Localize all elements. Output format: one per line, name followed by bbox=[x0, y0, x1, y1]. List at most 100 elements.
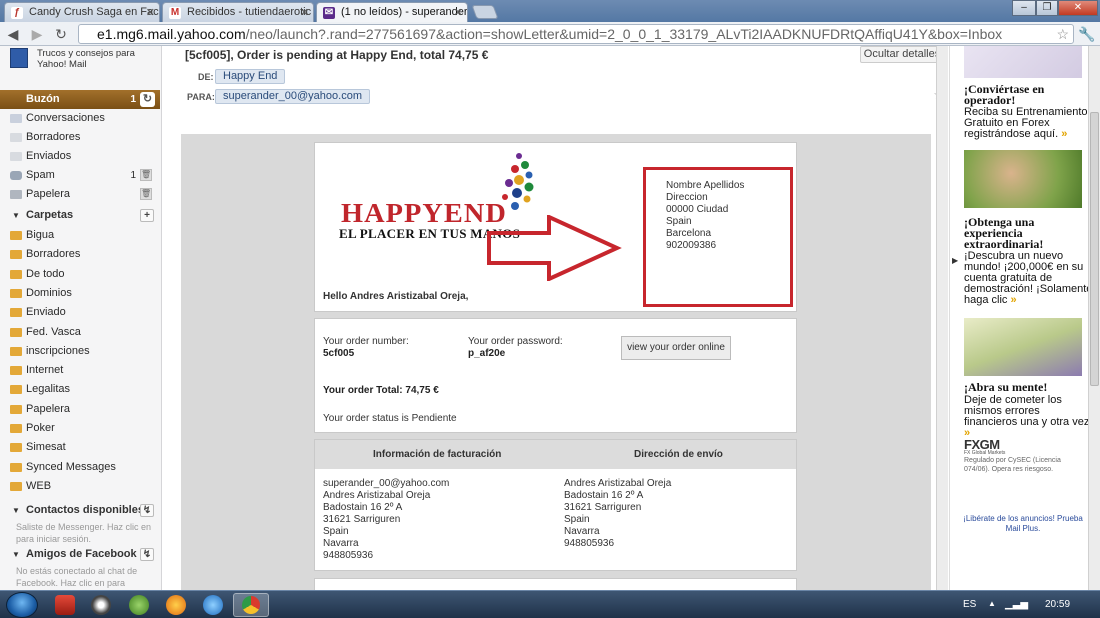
facebook-note: No estás conectado al chat de Facebook. … bbox=[16, 566, 138, 588]
folders-header[interactable]: ▼ Carpetas + bbox=[0, 206, 160, 225]
remove-ads-link[interactable]: ¡Libérate de los anuncios! Prueba Mail P… bbox=[956, 514, 1090, 534]
new-tab-button[interactable] bbox=[471, 5, 499, 19]
ad3-image[interactable] bbox=[964, 318, 1082, 376]
empty-trash-icon[interactable]: 🗑 bbox=[140, 188, 152, 200]
network-icon[interactable]: ▁▃▅ bbox=[1005, 599, 1028, 610]
app-icon-1[interactable] bbox=[55, 595, 75, 615]
ad1-title[interactable]: ¡Conviértase en operador! bbox=[964, 83, 1094, 106]
folder-icon bbox=[10, 250, 22, 260]
sidebar-folder-item[interactable]: Enviado bbox=[0, 303, 160, 322]
page-scrollbar[interactable] bbox=[1088, 46, 1100, 590]
collapse-triangle-icon[interactable]: ▼ bbox=[12, 545, 20, 564]
firefox-icon[interactable] bbox=[166, 595, 186, 615]
sidebar-folder-item[interactable]: Legalitas bbox=[0, 380, 160, 399]
sidebar-item-sent[interactable]: Enviados bbox=[0, 147, 160, 166]
bookmark-star-icon[interactable]: ☆ bbox=[1056, 25, 1069, 43]
minimize-button[interactable]: – bbox=[1012, 0, 1036, 16]
sidebar-item-conversations[interactable]: Conversaciones bbox=[0, 109, 160, 128]
ad2-title[interactable]: ¡Obtenga una experiencia extraordinaria! bbox=[964, 216, 1094, 250]
sidebar-folder-item[interactable]: Poker bbox=[0, 419, 160, 438]
billing-line: Spain bbox=[323, 526, 349, 537]
collapse-triangle-icon[interactable]: ▼ bbox=[12, 206, 20, 225]
billing-line: 948805936 bbox=[323, 550, 374, 561]
collapse-ads-arrow-icon[interactable]: ▶ bbox=[952, 256, 958, 265]
language-indicator[interactable]: ES bbox=[963, 599, 976, 610]
sidebar-folder-item[interactable]: inscripciones bbox=[0, 342, 160, 361]
sidebar-folder-item[interactable]: Papelera bbox=[0, 400, 160, 419]
tab-facebook[interactable]: ƒ Candy Crush Saga en Face ✕ bbox=[4, 2, 160, 22]
view-order-online-button[interactable]: view your order online bbox=[621, 336, 731, 360]
sidebar-folder-item[interactable]: Internet bbox=[0, 361, 160, 380]
collapse-triangle-icon[interactable]: ▼ bbox=[12, 501, 20, 520]
sidebar-item-spam[interactable]: Spam 1 🗑 bbox=[0, 166, 160, 185]
ad2-text[interactable]: ¡Descubra un nuevo mundo! ¡200,000€ en s… bbox=[964, 251, 1094, 306]
sidebar-folder-item[interactable]: Dominios bbox=[0, 284, 160, 303]
sidebar-item-trash[interactable]: Papelera 🗑 bbox=[0, 185, 160, 204]
contacts-note: Saliste de Messenger. Haz clic en para i… bbox=[16, 522, 152, 544]
address-line: Spain bbox=[666, 216, 692, 227]
ad3-title[interactable]: ¡Abra su mente! bbox=[964, 381, 1094, 393]
sidebar-folder-item[interactable]: Bigua bbox=[0, 226, 160, 245]
sidebar-folder-item[interactable]: Synced Messages bbox=[0, 458, 160, 477]
forward-icon[interactable]: ▶ bbox=[28, 25, 46, 43]
sent-icon bbox=[10, 152, 22, 161]
facebook-friends-header[interactable]: ▼ Amigos de Facebook ↯ bbox=[0, 545, 160, 564]
ad3-text[interactable]: Deje de cometer los mismos errores finan… bbox=[964, 395, 1094, 439]
tips-promo[interactable]: Trucos y consejos para Yahoo! Mail bbox=[37, 48, 147, 70]
app-icon-3[interactable] bbox=[129, 595, 149, 615]
folder-label: Papelera bbox=[26, 402, 71, 415]
facebook-chat-icon[interactable]: ↯ bbox=[140, 548, 154, 561]
sidebar-folder-item[interactable]: De todo bbox=[0, 265, 160, 284]
messenger-icon[interactable]: ↯ bbox=[140, 504, 154, 517]
message-scrollbar[interactable] bbox=[936, 46, 948, 590]
ad2-image[interactable] bbox=[964, 150, 1082, 208]
address-bar-row: ◀ ▶ ↻ e1.mg6.mail.yahoo.com/neo/launch?.… bbox=[0, 22, 1100, 46]
url-input[interactable]: e1.mg6.mail.yahoo.com/neo/launch?.rand=2… bbox=[78, 24, 1074, 44]
shipping-line: 31621 Sarriguren bbox=[564, 502, 642, 513]
close-window-button[interactable]: ✕ bbox=[1058, 0, 1098, 16]
add-folder-icon[interactable]: + bbox=[140, 209, 154, 222]
folder-icon bbox=[10, 385, 22, 395]
sidebar-folder-item[interactable]: Fed. Vasca bbox=[0, 323, 160, 342]
from-chip[interactable]: Happy End bbox=[215, 69, 286, 84]
conversations-icon bbox=[10, 114, 22, 123]
scrollbar-thumb[interactable] bbox=[1090, 112, 1099, 386]
clock[interactable]: 20:59 bbox=[1045, 599, 1070, 610]
chrome-taskbar-button[interactable] bbox=[233, 593, 269, 617]
folder-label: Conversaciones bbox=[26, 112, 105, 124]
billing-header: Información de facturación bbox=[373, 449, 502, 460]
close-tab-icon[interactable]: ✕ bbox=[300, 6, 309, 19]
tab-yahoo-mail[interactable]: ✉ (1 no leídos) - superander_ ✕ bbox=[316, 2, 468, 22]
back-icon[interactable]: ◀ bbox=[4, 25, 22, 43]
maximize-button[interactable]: ❐ bbox=[1036, 0, 1058, 16]
sidebar-folder-item[interactable]: WEB bbox=[0, 477, 160, 496]
sidebar-folder-item[interactable]: Simesat bbox=[0, 438, 160, 457]
regulation-note: Regulado por CySEC (Licencia 074/06). Op… bbox=[964, 457, 1061, 473]
reload-icon[interactable]: ↻ bbox=[52, 25, 70, 43]
ad1-text[interactable]: Reciba su Entrenamiento Gratuito en Fore… bbox=[964, 107, 1094, 140]
red-arrow-icon bbox=[487, 215, 622, 281]
sidebar-item-inbox[interactable]: Buzón 1 ↻ bbox=[0, 90, 160, 109]
ad3-text-content: Deje de cometer los mismos errores finan… bbox=[964, 394, 1093, 428]
folder-label: Borradores bbox=[26, 248, 81, 261]
ad1-image[interactable] bbox=[964, 46, 1082, 78]
refresh-icon[interactable]: ↻ bbox=[140, 92, 155, 107]
wrench-icon[interactable]: 🔧 bbox=[1078, 25, 1096, 43]
internet-explorer-icon[interactable] bbox=[203, 595, 223, 615]
tab-gmail[interactable]: M Recibidos - tutiendaerotic ✕ bbox=[162, 2, 314, 22]
billing-shipping-card: Información de facturación Dirección de … bbox=[314, 439, 797, 571]
tray-expand-icon[interactable]: ▲ bbox=[988, 599, 996, 608]
contacts-header[interactable]: ▼ Contactos disponibles ↯ bbox=[0, 501, 160, 520]
close-tab-icon[interactable]: ✕ bbox=[146, 6, 155, 19]
sidebar-item-drafts[interactable]: Borradores bbox=[0, 128, 160, 147]
folder-icon bbox=[10, 346, 22, 356]
to-chip[interactable]: superander_00@yahoo.com bbox=[215, 89, 370, 104]
close-tab-icon[interactable]: ✕ bbox=[454, 6, 463, 19]
sidebar-folder-item[interactable]: Borradores bbox=[0, 245, 160, 264]
address-line: Direccion bbox=[666, 192, 708, 203]
message-pane: [5cf005], Order is pending at Happy End,… bbox=[163, 46, 948, 590]
media-player-icon[interactable] bbox=[91, 595, 111, 615]
hide-details-button[interactable]: Ocultar detalles bbox=[860, 46, 944, 63]
empty-spam-icon[interactable]: 🗑 bbox=[140, 169, 152, 181]
windows-start-button[interactable] bbox=[6, 592, 38, 618]
